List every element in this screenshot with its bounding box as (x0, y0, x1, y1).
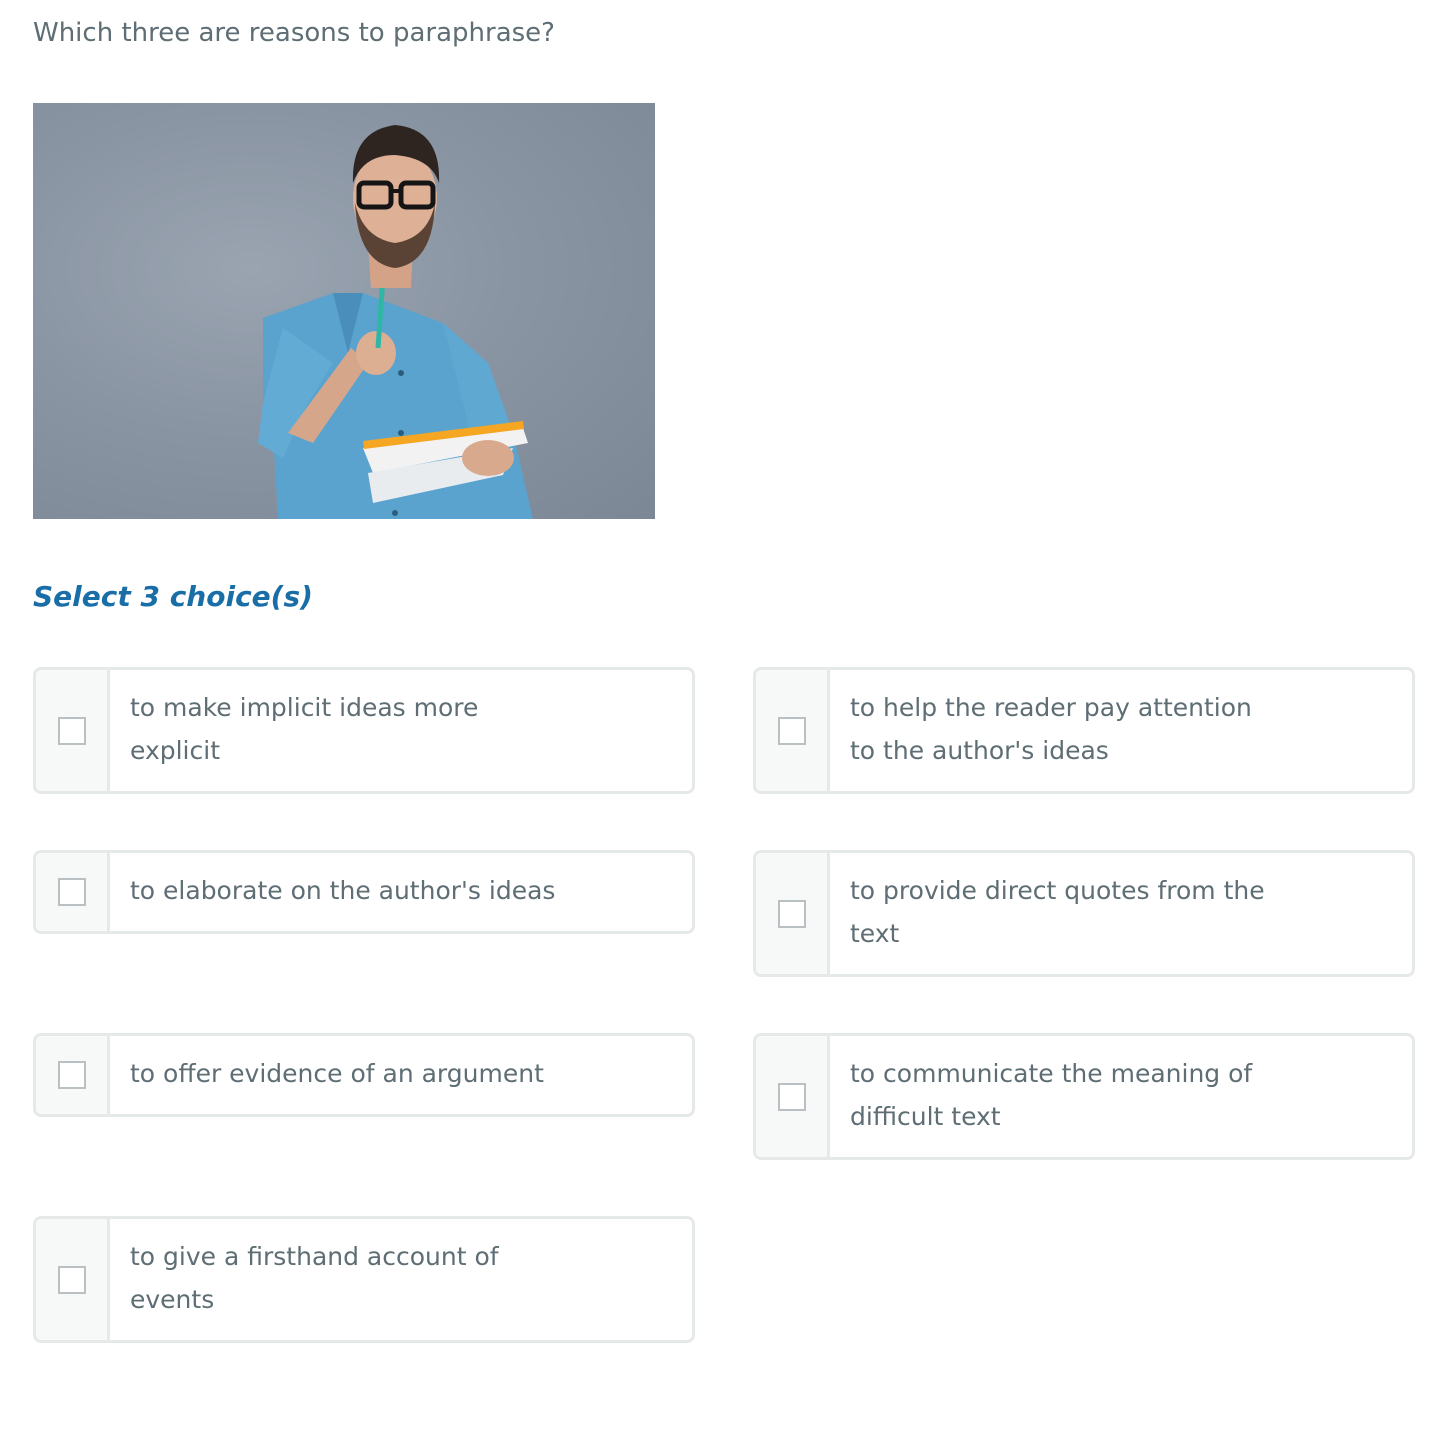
choice-option[interactable]: to offer evidence of an argument (33, 1033, 695, 1117)
choice-option[interactable]: to communicate the meaning of difficult … (753, 1033, 1415, 1160)
choice-option[interactable]: to give a firsthand account of events (33, 1216, 695, 1343)
choice-option[interactable]: to make implicit ideas more explicit (33, 667, 695, 794)
question-image (33, 103, 655, 519)
checkbox[interactable] (57, 1265, 86, 1294)
choice-option[interactable]: to elaborate on the author's ideas (33, 850, 695, 934)
question-text: Which three are reasons to paraphrase? (33, 18, 555, 48)
checkbox[interactable] (57, 878, 86, 906)
choice-label: to help the reader pay attention to the … (850, 693, 1252, 765)
choice-label: to give a firsthand account of events (130, 1242, 499, 1314)
checkbox[interactable] (777, 899, 806, 928)
choice-label: to offer evidence of an argument (130, 1059, 544, 1088)
checkbox[interactable] (777, 1082, 806, 1111)
checkbox[interactable] (57, 1061, 86, 1089)
choice-option[interactable]: to help the reader pay attention to the … (753, 667, 1415, 794)
choice-label: to elaborate on the author's ideas (130, 876, 556, 905)
checkbox[interactable] (777, 716, 806, 745)
checkbox[interactable] (57, 716, 86, 745)
choice-label: to communicate the meaning of difficult … (850, 1059, 1253, 1131)
choice-option[interactable]: to provide direct quotes from the text (753, 850, 1415, 977)
choice-label: to provide direct quotes from the text (850, 876, 1265, 948)
select-instruction: Select 3 choice(s) (33, 580, 313, 613)
choice-label: to make implicit ideas more explicit (130, 693, 479, 765)
